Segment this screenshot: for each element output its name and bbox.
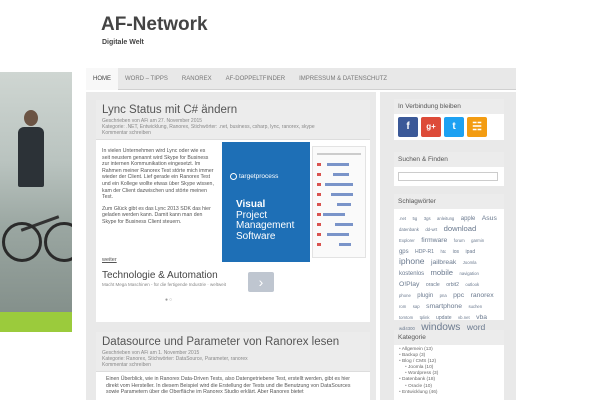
tag-link[interactable]: 3gs [424, 216, 431, 221]
tag-link[interactable]: apple [461, 216, 476, 222]
tag-link[interactable]: smartphone [426, 303, 462, 310]
tag-link[interactable]: tomtom [399, 315, 413, 320]
tag-link[interactable]: mobile [431, 268, 454, 277]
tag-link[interactable]: firmware [421, 237, 447, 244]
read-more-link[interactable]: weiter [102, 257, 117, 263]
tag-link[interactable]: ppc [453, 292, 464, 299]
ad-pager-dots[interactable]: ●○ [165, 297, 173, 303]
tag-link[interactable]: ranorex [471, 292, 494, 299]
tag-link[interactable]: vb.net [458, 315, 470, 320]
chevron-right-icon[interactable]: › [248, 272, 274, 292]
tag-link[interactable]: Asus [482, 215, 497, 222]
tag-link[interactable]: oracle [426, 282, 440, 288]
page: AF-Network Digitale Welt Home Word – Tip… [0, 0, 600, 400]
tag-link[interactable]: jailbreak [431, 259, 456, 266]
categories-widget: Kategorie Allgemein (13)Backup (3)Blog /… [394, 330, 504, 400]
tag-link[interactable]: iphone [399, 256, 425, 266]
widget-title: Suchen & Finden [394, 152, 504, 167]
search-widget: Suchen & Finden [394, 152, 504, 186]
post-header: Lync Status mit C# ändern Geschrieben vo… [96, 100, 370, 140]
category-list: Allgemein (13)Backup (3)Blog / CMS (12)J… [394, 345, 504, 398]
cyclist-photo [0, 72, 72, 332]
post-title[interactable]: Lync Status mit C# ändern [102, 103, 364, 118]
nav-item-word-tipps[interactable]: Word – Tipps [118, 68, 175, 90]
ad-heading: Visual Project Management Software [236, 199, 295, 242]
ad-heading-line: Management [236, 220, 295, 231]
ad-heading-line: Software [236, 230, 276, 242]
tag-link[interactable]: Explorer [399, 238, 415, 243]
tag-link[interactable]: pna [440, 293, 447, 298]
tag-link[interactable]: suchen [468, 304, 482, 309]
tag-link[interactable]: download [444, 224, 477, 233]
tag-link[interactable]: .net [399, 216, 406, 221]
tag-link[interactable]: update [436, 315, 452, 321]
ad-screenshot [312, 146, 366, 258]
ad-heading-line: Project [236, 209, 268, 221]
tag-link[interactable]: ipad [466, 249, 476, 255]
site-tagline: Digitale Welt [102, 39, 144, 46]
nav-item-ranorex[interactable]: Ranorex [175, 68, 219, 90]
social-widget: In Verbindung bleiben f g+ t ☵ [394, 99, 504, 140]
tag-link[interactable]: tplink [420, 315, 430, 320]
tag-link[interactable]: phone [399, 293, 411, 298]
nav-item-impressum[interactable]: Impressum & Datenschutz [292, 68, 394, 90]
tag-link[interactable]: rom [399, 304, 406, 309]
tag-link[interactable]: O!Play [399, 281, 419, 288]
facebook-icon[interactable]: f [398, 117, 418, 137]
post-comment-link[interactable]: Kommentar schreiben [102, 362, 364, 368]
post-lync-status: Lync Status mit C# ändern Geschrieben vo… [96, 100, 370, 322]
tag-link[interactable]: dd-wrt [425, 227, 437, 232]
site-title[interactable]: AF-Network [101, 14, 208, 36]
tag-link[interactable]: 5g [413, 216, 418, 221]
text-ad[interactable]: Technologie & Automation Macht Mega Masc… [102, 270, 302, 303]
tag-link[interactable]: orbit2 [446, 282, 459, 288]
post-excerpt: Einen Überblick, wie in Ranorex Data-Dri… [106, 376, 351, 396]
widget-title: In Verbindung bleiben [394, 99, 504, 114]
rss-icon[interactable]: ☵ [467, 117, 487, 137]
tag-link[interactable]: kostenlos [399, 271, 424, 277]
tag-cloud: .net 5g 3gs anleitung apple Asus datenba… [394, 209, 504, 336]
tag-link[interactable]: datenbank [399, 227, 419, 232]
tag-link[interactable]: htc [440, 249, 446, 254]
targetprocess-logo-icon [230, 173, 237, 180]
tag-link[interactable]: vba [476, 314, 487, 321]
tag-link[interactable]: garmin [471, 238, 484, 243]
post-excerpt: In vielen Unternehmen wird Lync oder wie… [102, 148, 214, 231]
nav-item-home[interactable]: Home [86, 68, 118, 90]
ad-brand: targetprocess [230, 173, 278, 180]
tag-link[interactable]: gps [399, 249, 409, 255]
post-header: Datasource und Parameter von Ranorex les… [96, 332, 370, 372]
widget-title: Kategorie [394, 330, 504, 345]
tag-link[interactable]: navigation [460, 271, 479, 276]
google-plus-icon[interactable]: g+ [421, 117, 441, 137]
post-paragraph: In vielen Unternehmen wird Lync oder wie… [102, 148, 214, 201]
tag-link[interactable]: forum [454, 238, 465, 243]
search-input[interactable] [398, 172, 498, 181]
post-title[interactable]: Datasource und Parameter von Ranorex les… [102, 335, 364, 350]
tag-link[interactable]: ios [453, 249, 460, 255]
ad-brand-name: targetprocess [239, 173, 279, 181]
post-paragraph: Zum Glück gibt es das Lync 2013 SDK das … [102, 205, 211, 225]
nav-item-af-doppeltfinder[interactable]: AF-Doppeltfinder [219, 68, 293, 90]
twitter-icon[interactable]: t [444, 117, 464, 137]
ad-banner[interactable]: targetprocess Visual Project Management … [222, 142, 368, 266]
ad-heading-line: Visual [236, 199, 266, 210]
tag-link[interactable]: sap [413, 304, 420, 309]
ad-banner-panel: targetprocess Visual Project Management … [222, 142, 310, 262]
tag-link[interactable]: plugin [417, 293, 433, 299]
social-icons: f g+ t ☵ [394, 114, 504, 140]
tag-link[interactable]: outlook [465, 282, 479, 287]
tag-link[interactable]: HDP-R1 [415, 249, 434, 255]
post-datasource: Datasource und Parameter von Ranorex les… [96, 332, 370, 400]
tag-link[interactable]: Joomla [463, 260, 477, 265]
tag-link[interactable]: anleitung [437, 216, 454, 221]
main-nav: Home Word – Tipps Ranorex AF-Doppeltfind… [86, 68, 516, 90]
category-item[interactable]: Entwicklung (46) [399, 390, 499, 396]
tags-widget: Schlagwörter .net 5g 3gs anleitung apple… [394, 194, 504, 333]
post-comment-link[interactable]: Kommentar schreiben [102, 130, 364, 136]
